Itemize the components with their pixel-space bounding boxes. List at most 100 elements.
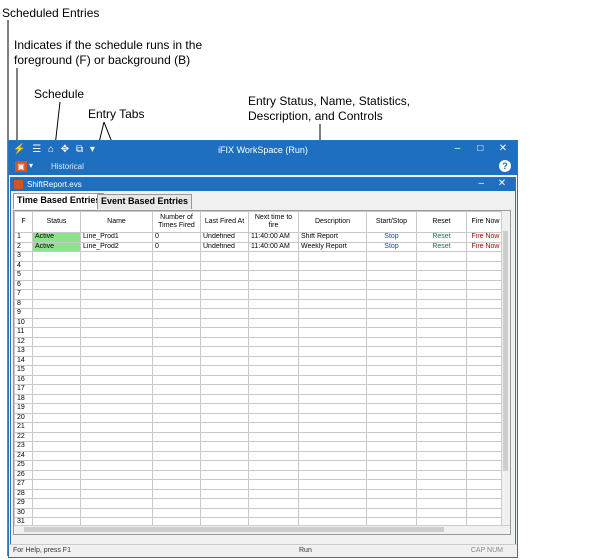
column-header-fire-now[interactable]: Fire Now bbox=[466, 211, 505, 233]
empty-cell[interactable] bbox=[366, 327, 417, 338]
empty-cell[interactable] bbox=[200, 488, 249, 499]
table-row[interactable]: 5 bbox=[14, 270, 505, 281]
empty-cell[interactable] bbox=[416, 374, 467, 385]
empty-cell[interactable] bbox=[416, 355, 467, 366]
empty-cell[interactable] bbox=[32, 355, 81, 366]
empty-cell[interactable] bbox=[80, 289, 153, 300]
empty-cell[interactable] bbox=[416, 422, 467, 433]
empty-cell[interactable] bbox=[248, 270, 299, 281]
empty-cell[interactable] bbox=[366, 260, 417, 271]
empty-cell[interactable] bbox=[466, 336, 505, 347]
empty-cell[interactable] bbox=[32, 488, 81, 499]
table-row[interactable]: 27 bbox=[14, 479, 505, 490]
empty-cell[interactable] bbox=[248, 488, 299, 499]
empty-cell[interactable] bbox=[416, 308, 467, 319]
empty-cell[interactable] bbox=[298, 298, 367, 309]
empty-cell[interactable] bbox=[152, 298, 201, 309]
empty-cell[interactable] bbox=[32, 374, 81, 385]
empty-cell[interactable] bbox=[152, 441, 201, 452]
column-header-last-fired[interactable]: Last Fired At bbox=[200, 211, 249, 233]
empty-cell[interactable] bbox=[416, 327, 467, 338]
empty-cell[interactable] bbox=[80, 374, 153, 385]
empty-cell[interactable] bbox=[248, 479, 299, 490]
empty-cell[interactable] bbox=[466, 317, 505, 328]
empty-cell[interactable] bbox=[248, 403, 299, 414]
table-row[interactable]: 21 bbox=[14, 422, 505, 433]
table-row[interactable]: 14 bbox=[14, 355, 505, 366]
empty-cell[interactable] bbox=[152, 393, 201, 404]
empty-cell[interactable] bbox=[32, 441, 81, 452]
empty-cell[interactable] bbox=[80, 450, 153, 461]
empty-cell[interactable] bbox=[80, 422, 153, 433]
table-row[interactable]: 30 bbox=[14, 507, 505, 518]
empty-cell[interactable] bbox=[200, 279, 249, 290]
table-row[interactable]: 18 bbox=[14, 393, 505, 404]
empty-cell[interactable] bbox=[80, 403, 153, 414]
empty-cell[interactable] bbox=[298, 431, 367, 442]
empty-cell[interactable] bbox=[298, 403, 367, 414]
empty-cell[interactable] bbox=[298, 412, 367, 423]
app-menu-icon[interactable]: ▣ bbox=[15, 161, 27, 172]
empty-cell[interactable] bbox=[248, 412, 299, 423]
empty-cell[interactable] bbox=[298, 374, 367, 385]
empty-cell[interactable] bbox=[80, 412, 153, 423]
fire-now-button[interactable]: Fire Now bbox=[466, 241, 505, 252]
empty-cell[interactable] bbox=[248, 336, 299, 347]
empty-cell[interactable] bbox=[366, 308, 417, 319]
document-minimize-button[interactable]: – bbox=[472, 178, 490, 189]
empty-cell[interactable] bbox=[366, 346, 417, 357]
help-icon[interactable]: ? bbox=[499, 160, 511, 172]
table-row[interactable]: 4 bbox=[14, 260, 505, 271]
empty-cell[interactable] bbox=[298, 317, 367, 328]
empty-cell[interactable] bbox=[152, 479, 201, 490]
empty-cell[interactable] bbox=[32, 289, 81, 300]
table-row[interactable]: 8 bbox=[14, 298, 505, 309]
empty-cell[interactable] bbox=[200, 346, 249, 357]
empty-cell[interactable] bbox=[248, 279, 299, 290]
horizontal-scroll-thumb[interactable] bbox=[24, 527, 444, 532]
empty-cell[interactable] bbox=[200, 289, 249, 300]
empty-cell[interactable] bbox=[32, 450, 81, 461]
empty-cell[interactable] bbox=[80, 431, 153, 442]
empty-cell[interactable] bbox=[298, 355, 367, 366]
empty-cell[interactable] bbox=[32, 393, 81, 404]
table-row[interactable]: 11 bbox=[14, 327, 505, 338]
vertical-scroll-thumb[interactable] bbox=[503, 231, 508, 471]
empty-cell[interactable] bbox=[80, 384, 153, 395]
empty-cell[interactable] bbox=[152, 403, 201, 414]
column-header-reset[interactable]: Reset bbox=[416, 211, 467, 233]
empty-cell[interactable] bbox=[80, 308, 153, 319]
empty-cell[interactable] bbox=[200, 365, 249, 376]
empty-cell[interactable] bbox=[466, 374, 505, 385]
empty-cell[interactable] bbox=[80, 393, 153, 404]
empty-cell[interactable] bbox=[366, 507, 417, 518]
empty-cell[interactable] bbox=[298, 507, 367, 518]
empty-cell[interactable] bbox=[366, 498, 417, 509]
empty-cell[interactable] bbox=[416, 251, 467, 262]
empty-cell[interactable] bbox=[366, 384, 417, 395]
empty-cell[interactable] bbox=[152, 460, 201, 471]
fire-now-button[interactable]: Fire Now bbox=[466, 232, 505, 243]
empty-cell[interactable] bbox=[298, 270, 367, 281]
empty-cell[interactable] bbox=[466, 260, 505, 271]
empty-cell[interactable] bbox=[152, 346, 201, 357]
empty-cell[interactable] bbox=[416, 441, 467, 452]
empty-cell[interactable] bbox=[80, 327, 153, 338]
empty-cell[interactable] bbox=[200, 469, 249, 480]
table-row[interactable]: 9 bbox=[14, 308, 505, 319]
empty-cell[interactable] bbox=[200, 403, 249, 414]
empty-cell[interactable] bbox=[32, 336, 81, 347]
empty-cell[interactable] bbox=[152, 260, 201, 271]
empty-cell[interactable] bbox=[32, 498, 81, 509]
empty-cell[interactable] bbox=[152, 327, 201, 338]
empty-cell[interactable] bbox=[80, 469, 153, 480]
table-row[interactable]: 6 bbox=[14, 279, 505, 290]
empty-cell[interactable] bbox=[466, 298, 505, 309]
stop-button[interactable]: Stop bbox=[366, 232, 417, 243]
empty-cell[interactable] bbox=[298, 308, 367, 319]
empty-cell[interactable] bbox=[416, 498, 467, 509]
empty-cell[interactable] bbox=[200, 336, 249, 347]
empty-cell[interactable] bbox=[248, 346, 299, 357]
empty-cell[interactable] bbox=[466, 270, 505, 281]
empty-cell[interactable] bbox=[152, 507, 201, 518]
